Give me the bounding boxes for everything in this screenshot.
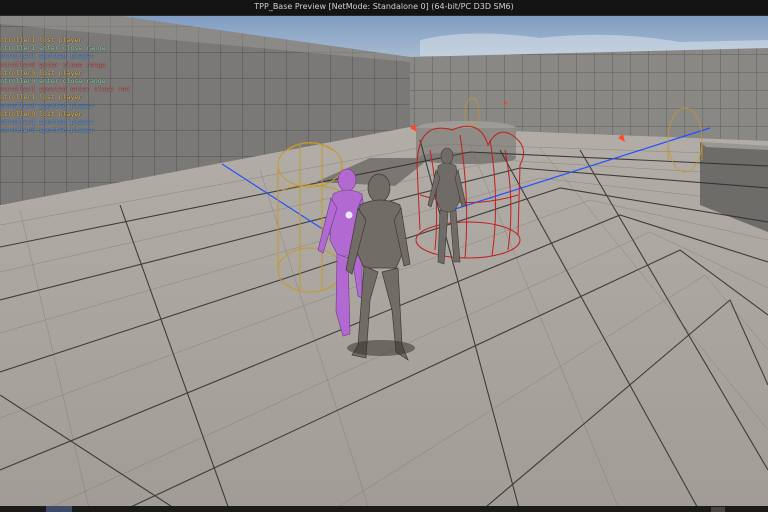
log-line: ntroller1 spotted player (0, 52, 94, 61)
window-title: TPP_Base Preview [NetMode: Standalone 0]… (254, 2, 514, 11)
log-line: ntroller0 spotted player (0, 101, 94, 110)
taskbar-strip (0, 506, 768, 512)
game-viewport[interactable]: ntroller1 lost player ntroller1 enter cl… (0, 16, 768, 512)
log-line: ntroller1 enter close range (0, 44, 106, 53)
log-line: ntroller0 lost player (0, 68, 83, 77)
log-line: ntroller1 lost player (0, 93, 83, 102)
taskbar-tab[interactable] (46, 506, 72, 512)
title-bar[interactable]: TPP_Base Preview [NetMode: Standalone 0]… (0, 0, 768, 16)
log-line: ntroller0 lost player (0, 109, 83, 118)
log-line: ntroller0 enter close range (0, 77, 106, 86)
log-line: ntroller0 enter close range (0, 60, 106, 69)
log-line: ntroller1 lost player (0, 36, 83, 44)
log-line: ntroller1 spotted enter close range (0, 85, 130, 94)
log-line: ntroller0 spotted player (0, 126, 94, 135)
taskbar-chip[interactable] (711, 507, 725, 512)
editor-preview-window: TPP_Base Preview [NetMode: Standalone 0]… (0, 0, 768, 512)
debug-log: ntroller1 lost player ntroller1 enter cl… (0, 36, 130, 134)
log-line: ntroller1 spotted player (0, 118, 94, 127)
